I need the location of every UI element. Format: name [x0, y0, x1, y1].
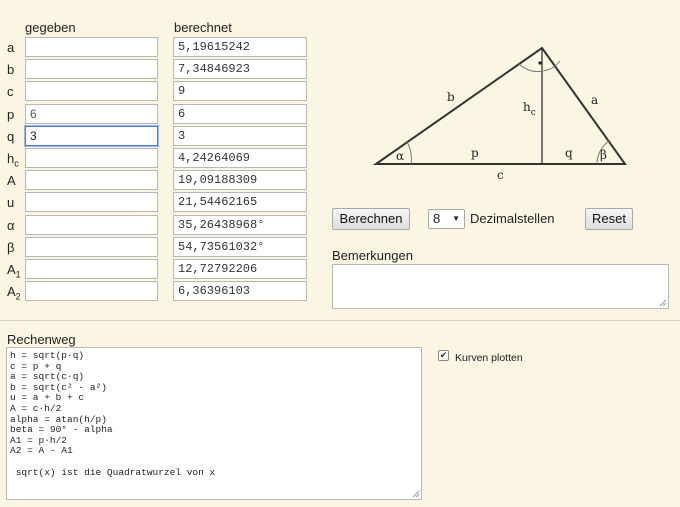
computed-column-header: berechnet [174, 20, 232, 35]
reset-button[interactable]: Reset [585, 208, 633, 230]
row-label: c [7, 84, 14, 99]
computed-output: 54,73561032° [173, 237, 307, 257]
triangle [372, 46, 627, 165]
solution-textarea[interactable]: h = sqrt(p·q) c = p + q a = sqrt(c·q) b … [6, 347, 422, 500]
decimals-value: 8 [433, 211, 441, 226]
solution-title: Rechenweg [7, 332, 76, 347]
remarks-textarea[interactable] [332, 264, 669, 309]
computed-output: 6,36396103 [173, 281, 307, 301]
computed-output: 4,24264069 [173, 148, 307, 168]
row-label-text: α [7, 218, 15, 233]
check-icon: ✔ [439, 350, 448, 360]
row-label-text: A [7, 173, 16, 188]
row-label: p [7, 107, 14, 122]
given-input[interactable] [25, 215, 158, 235]
computed-output: 3 [173, 126, 307, 146]
given-input[interactable] [25, 192, 158, 212]
row-label-text: p [7, 107, 15, 122]
row-label: A1 [7, 262, 21, 280]
plot-label: Kurven plotten [455, 352, 523, 364]
side-a-label: a [591, 93, 598, 107]
row-label-subscript: 2 [15, 291, 21, 302]
row-label: q [7, 129, 14, 144]
alpha-arc [406, 141, 412, 165]
computed-output: 19,09188309 [173, 170, 307, 190]
row-label: A2 [7, 284, 21, 302]
solution-text: h = sqrt(p·q) c = p + q a = sqrt(c·q) b … [10, 350, 216, 478]
computed-output: 35,26438968° [173, 215, 307, 235]
remarks-title: Bemerkungen [332, 248, 413, 263]
row-label-subscript: c [14, 158, 19, 169]
section-divider [0, 320, 680, 321]
plot-checkbox[interactable]: ✔ [438, 350, 449, 361]
right-angle-dot [538, 61, 542, 65]
row-label: a [7, 40, 14, 55]
computed-output: 9 [173, 81, 307, 101]
side-b-label: b [447, 90, 455, 104]
given-input[interactable] [25, 59, 158, 79]
resize-grip-icon[interactable] [659, 299, 667, 307]
computed-output: 12,72792206 [173, 259, 307, 279]
row-label: hc [7, 151, 19, 169]
seg-p-label: p [471, 146, 479, 160]
row-label-text: A [7, 262, 16, 277]
row-label-text: c [7, 84, 14, 99]
row-label-subscript: 1 [15, 269, 21, 280]
given-column-header: gegeben [25, 20, 76, 35]
row-label-text: β [7, 240, 15, 255]
seg-q-label: q [565, 146, 573, 160]
given-input[interactable] [25, 281, 158, 301]
alpha-label: α [396, 149, 404, 163]
given-input[interactable] [25, 237, 158, 257]
row-label: A [7, 173, 16, 188]
given-input[interactable] [25, 170, 158, 190]
row-label: b [7, 62, 14, 77]
computed-output: 6 [173, 104, 307, 124]
height-label: hc [523, 100, 536, 118]
row-label-text: u [7, 195, 15, 210]
given-input[interactable] [25, 148, 158, 168]
row-label-text: q [7, 129, 15, 144]
given-input[interactable] [25, 259, 158, 279]
decimals-select[interactable]: 8 ▼ [428, 209, 465, 229]
row-label-text: A [7, 284, 16, 299]
row-label-text: b [7, 62, 15, 77]
chevron-down-icon: ▼ [452, 214, 460, 223]
given-input[interactable] [25, 81, 158, 101]
side-c-label: c [497, 168, 504, 182]
decimals-label: Dezimalstellen [470, 211, 555, 226]
triangle-diagram: b a c p q hc α β [372, 46, 627, 182]
row-label: α [7, 218, 15, 233]
calculate-button[interactable]: Berechnen [332, 208, 410, 230]
resize-grip-icon[interactable] [412, 490, 420, 498]
row-label: u [7, 195, 14, 210]
computed-output: 5,19615242 [173, 37, 307, 57]
computed-output: 21,54462165 [173, 192, 307, 212]
given-input[interactable] [25, 37, 158, 57]
row-label: β [7, 240, 14, 255]
given-input[interactable]: 6 [25, 104, 158, 124]
beta-label: β [600, 148, 607, 162]
row-label-text: a [7, 40, 15, 55]
computed-output: 7,34846923 [173, 59, 307, 79]
given-input[interactable]: 3 [25, 126, 158, 146]
